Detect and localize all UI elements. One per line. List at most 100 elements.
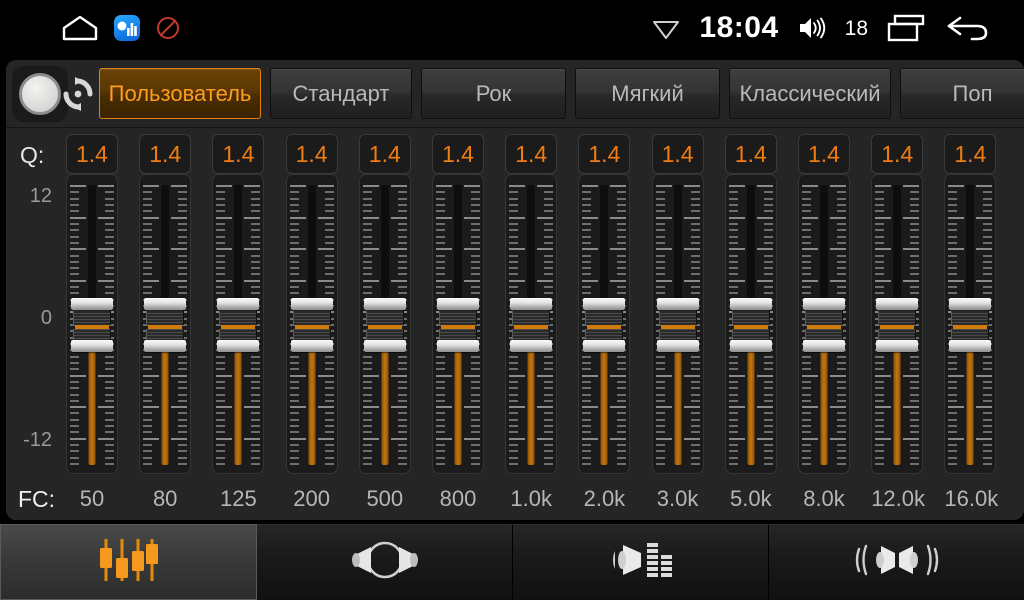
slider-thumb[interactable] xyxy=(803,298,845,352)
eq-slider-50[interactable] xyxy=(66,174,118,474)
q-value-5[interactable]: 1.4 xyxy=(432,134,484,174)
tick xyxy=(582,355,592,358)
tick xyxy=(251,393,261,396)
slider-thumb[interactable] xyxy=(583,298,626,352)
eq-slider-5.0k[interactable] xyxy=(724,174,777,474)
eq-slider-8.0k[interactable] xyxy=(798,174,850,474)
q-value-3[interactable]: 1.4 xyxy=(285,134,338,174)
slider-track[interactable] xyxy=(579,185,629,465)
slider-track[interactable] xyxy=(67,185,117,465)
tab-equalizer-sliders[interactable] xyxy=(0,524,257,600)
slider-thumb[interactable] xyxy=(729,298,772,352)
q-value-7[interactable]: 1.4 xyxy=(578,134,631,174)
slider-track[interactable] xyxy=(140,185,190,465)
tick xyxy=(251,191,261,194)
preset-button-5[interactable]: Поп xyxy=(900,68,1024,119)
eq-slider-200[interactable] xyxy=(285,174,338,474)
q-value-10[interactable]: 1.4 xyxy=(798,134,850,174)
slider-track[interactable] xyxy=(213,185,263,465)
tick xyxy=(436,361,445,364)
slider-track[interactable] xyxy=(799,185,849,465)
tick xyxy=(289,418,299,421)
eq-slider-80[interactable] xyxy=(139,174,192,474)
tick xyxy=(289,456,299,459)
home-icon[interactable] xyxy=(62,15,98,41)
q-value-1[interactable]: 1.4 xyxy=(139,134,192,174)
eq-slider-500[interactable] xyxy=(358,174,411,474)
tab-surround-sound[interactable] xyxy=(769,524,1024,600)
q-value-9[interactable]: 1.4 xyxy=(724,134,777,174)
q-value-6[interactable]: 1.4 xyxy=(505,134,558,174)
slider-track[interactable] xyxy=(506,185,556,465)
preset-button-4[interactable]: Классический xyxy=(729,68,891,119)
preset-button-1[interactable]: Стандарт xyxy=(270,68,412,119)
slider-thumb[interactable] xyxy=(876,298,919,352)
equalizer-app-icon[interactable] xyxy=(114,15,140,41)
tick xyxy=(910,361,920,364)
frequency-label-10: 8.0k xyxy=(803,486,845,511)
tab-balance-fader[interactable] xyxy=(257,524,513,600)
tick xyxy=(471,267,480,270)
tick xyxy=(289,444,299,447)
eq-slider-125[interactable] xyxy=(212,174,265,474)
tick xyxy=(903,248,920,251)
slider-thumb[interactable] xyxy=(437,298,479,352)
slider-thumb[interactable] xyxy=(363,298,406,352)
q-value-11[interactable]: 1.4 xyxy=(871,134,924,174)
tick xyxy=(362,393,372,396)
tick xyxy=(582,191,592,194)
tick xyxy=(143,191,153,194)
tick xyxy=(875,418,885,421)
eq-slider-3.0k[interactable] xyxy=(651,174,704,474)
slider-track[interactable] xyxy=(726,185,776,465)
preset-button-0[interactable]: Пользователь xyxy=(99,68,261,119)
slider-track[interactable] xyxy=(945,185,995,465)
eq-slider-16.0k[interactable] xyxy=(944,174,997,474)
slider-track[interactable] xyxy=(653,185,703,465)
tick xyxy=(362,368,372,371)
slider-track[interactable] xyxy=(360,185,410,465)
volume-icon[interactable] xyxy=(797,15,827,41)
tick xyxy=(910,286,920,289)
slider-thumb[interactable] xyxy=(290,298,333,352)
eq-slider-800[interactable] xyxy=(432,174,484,474)
tick xyxy=(802,292,811,295)
slider-thumb[interactable] xyxy=(144,298,187,352)
eq-slider-12.0k[interactable] xyxy=(871,174,924,474)
back-arrow-icon[interactable] xyxy=(946,13,990,43)
tick xyxy=(875,380,885,383)
tick xyxy=(362,444,372,447)
q-value-2[interactable]: 1.4 xyxy=(212,134,265,174)
slider-thumb[interactable] xyxy=(656,298,699,352)
slider-track[interactable] xyxy=(287,185,337,465)
tick xyxy=(875,412,885,415)
recent-apps-icon[interactable] xyxy=(886,13,928,43)
tick xyxy=(544,197,554,200)
tick xyxy=(143,368,153,371)
q-value-0[interactable]: 1.4 xyxy=(66,134,118,174)
slider-track[interactable] xyxy=(433,185,483,465)
slider-thumb[interactable] xyxy=(71,298,113,352)
q-value-4[interactable]: 1.4 xyxy=(358,134,411,174)
slider-thumb[interactable] xyxy=(510,298,553,352)
preset-button-3[interactable]: Мягкий xyxy=(575,68,720,119)
slider-thumb[interactable] xyxy=(217,298,260,352)
reset-button[interactable] xyxy=(6,60,99,128)
slider-track[interactable] xyxy=(872,185,922,465)
eq-slider-2.0k[interactable] xyxy=(578,174,631,474)
tick xyxy=(143,456,153,459)
tick xyxy=(471,463,480,465)
tab-loudness-level[interactable] xyxy=(513,524,769,600)
thumb-ribs-upper xyxy=(731,310,770,325)
slider-thumb[interactable] xyxy=(949,298,992,352)
tick xyxy=(610,279,627,282)
tick xyxy=(362,437,379,440)
q-value-12[interactable]: 1.4 xyxy=(944,134,997,174)
tick xyxy=(582,412,592,415)
tick xyxy=(617,197,627,200)
preset-button-2[interactable]: Рок xyxy=(421,68,566,119)
tick xyxy=(178,292,188,295)
q-value-8[interactable]: 1.4 xyxy=(651,134,704,174)
eq-slider-1.0k[interactable] xyxy=(505,174,558,474)
tick xyxy=(763,260,773,263)
